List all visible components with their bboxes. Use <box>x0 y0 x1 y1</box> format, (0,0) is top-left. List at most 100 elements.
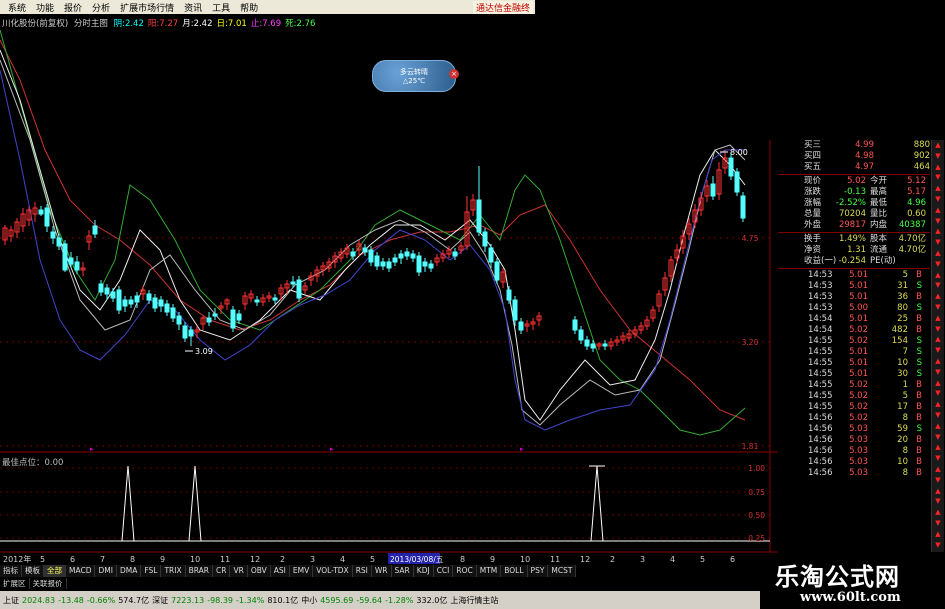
scroll-down-icon[interactable]: ▼ <box>932 172 944 182</box>
scroll-up-icon[interactable]: ▲ <box>932 442 944 452</box>
indicator-tab[interactable]: ROC <box>453 565 477 577</box>
date-month-label: 8 <box>130 555 135 564</box>
scroll-down-icon[interactable]: ▼ <box>932 540 944 550</box>
scroll-down-icon[interactable]: ▼ <box>932 237 944 247</box>
indicator-tab[interactable]: 全部 <box>44 565 66 577</box>
indicator-tab[interactable]: CR <box>213 565 231 577</box>
stat-key: 涨幅 <box>804 198 822 208</box>
indicator-axis-label: 0.50 <box>748 511 765 520</box>
bid-volume: 880 <box>913 140 930 150</box>
status-item: 810.1亿 <box>267 595 299 605</box>
trade-volume: 7 <box>902 347 908 357</box>
indicator-tab[interactable]: KDJ <box>413 565 434 577</box>
scroll-down-icon[interactable]: ▼ <box>932 259 944 269</box>
indicator-axis-label: 0.75 <box>748 488 765 497</box>
bid-row: 买五 4.97 464 <box>778 162 930 173</box>
trade-price: 5.03 <box>849 468 868 478</box>
svg-text:▸: ▸ <box>520 445 524 453</box>
scroll-up-icon[interactable]: ▲ <box>932 529 944 539</box>
scroll-up-icon[interactable]: ▲ <box>932 356 944 366</box>
trade-row: 14:55 5.02 1 B <box>778 380 930 391</box>
trade-row: 14:55 5.01 30 S <box>778 369 930 380</box>
indicator-tab[interactable]: DMA <box>116 565 142 577</box>
scroll-down-icon[interactable]: ▼ <box>932 496 944 506</box>
scroll-down-icon[interactable]: ▼ <box>932 280 944 290</box>
stat-row: 涨跌 -0.13 最高 5.17 <box>778 187 930 198</box>
candle-body <box>236 313 242 321</box>
candle-body <box>362 247 368 253</box>
scroll-up-icon[interactable]: ▲ <box>932 399 944 409</box>
extension-tab[interactable]: 关联报价 <box>30 578 67 589</box>
scroll-down-icon[interactable]: ▼ <box>932 410 944 420</box>
indicator-tab[interactable]: CCI <box>433 565 454 577</box>
indicator-tab[interactable]: DMI <box>95 565 117 577</box>
scroll-up-icon[interactable]: ▲ <box>932 183 944 193</box>
indicator-tab[interactable]: MTM <box>476 565 502 577</box>
candle-body <box>254 299 260 303</box>
indicator-tab[interactable]: TRIX <box>161 565 186 577</box>
scroll-up-icon[interactable]: ▲ <box>932 270 944 280</box>
stat-value: 5.02 <box>847 176 866 186</box>
trade-time: 14:54 <box>808 314 833 324</box>
indicator-tab[interactable]: WR <box>371 565 392 577</box>
indicator-tab[interactable]: BRAR <box>185 565 214 577</box>
scroll-up-icon[interactable]: ▲ <box>932 162 944 172</box>
indicator-tab[interactable]: VOL-TDX <box>313 565 353 577</box>
scroll-down-icon[interactable]: ▼ <box>932 475 944 485</box>
scroll-up-icon[interactable]: ▲ <box>932 464 944 474</box>
extension-tabs: 扩展区 关联报价 <box>0 578 67 589</box>
quote-scrollbar[interactable]: ▲ ▼ ▲ ▼ ▲ ▼ ▲ ▼ ▲ ▼ ▲ ▼ ▲ ▼ ▲ ▼ ▲ ▼ ▲ ▼ ▲ ▼ ▲ ▼ ▲ ▼ ▲ ▼ ▲ ▼ ▲ ▼ ▲ ▼ ▲ ▼ ▲ ▼ <box>931 140 944 552</box>
indicator-tab[interactable]: MCST <box>548 565 577 577</box>
scroll-down-icon[interactable]: ▼ <box>932 345 944 355</box>
indicator-tab[interactable]: 指标 <box>0 565 22 577</box>
indicator-tab[interactable]: PSY <box>527 565 549 577</box>
bid-price: 4.98 <box>855 151 874 161</box>
scroll-down-icon[interactable]: ▼ <box>932 302 944 312</box>
stat2-row: 净资 1.31 流通 4.70亿 <box>778 245 930 256</box>
scroll-up-icon[interactable]: ▲ <box>932 378 944 388</box>
candle-body <box>512 299 518 321</box>
scroll-down-icon[interactable]: ▼ <box>932 388 944 398</box>
candle-body <box>50 231 56 239</box>
indicator-tab[interactable]: MACD <box>66 565 96 577</box>
indicator-tab[interactable]: RSI <box>352 565 372 577</box>
scroll-up-icon[interactable]: ▲ <box>932 205 944 215</box>
trade-volume: 8 <box>902 413 908 423</box>
scroll-up-icon[interactable]: ▲ <box>932 486 944 496</box>
indicator-tab[interactable]: EMV <box>289 565 314 577</box>
date-month-label: 5 <box>40 555 45 564</box>
extension-tab[interactable]: 扩展区 <box>0 578 30 589</box>
scroll-up-icon[interactable]: ▲ <box>932 421 944 431</box>
scroll-up-icon[interactable]: ▲ <box>932 291 944 301</box>
scroll-down-icon[interactable]: ▼ <box>932 216 944 226</box>
scroll-down-icon[interactable]: ▼ <box>932 324 944 334</box>
scroll-down-icon[interactable]: ▼ <box>932 432 944 442</box>
scroll-down-icon[interactable]: ▼ <box>932 194 944 204</box>
trade-time: 14:56 <box>808 413 833 423</box>
candle-body <box>146 293 152 301</box>
stat2-key: 流通 <box>870 245 888 255</box>
scroll-up-icon[interactable]: ▲ <box>932 507 944 517</box>
stat-key: 内盘 <box>870 220 888 230</box>
indicator-tab[interactable]: ASI <box>270 565 290 577</box>
scroll-down-icon[interactable]: ▼ <box>932 453 944 463</box>
scroll-up-icon[interactable]: ▲ <box>932 226 944 236</box>
scroll-up-icon[interactable]: ▲ <box>932 140 944 150</box>
indicator-tab[interactable]: SAR <box>391 565 414 577</box>
scroll-down-icon[interactable]: ▼ <box>932 367 944 377</box>
indicator-tab[interactable]: BOLL <box>501 565 528 577</box>
scroll-down-icon[interactable]: ▼ <box>932 151 944 161</box>
indicator-tab[interactable]: 模板 <box>22 565 44 577</box>
indicator-tab[interactable]: FSL <box>141 565 162 577</box>
date-month-label: 12 <box>580 555 590 564</box>
indicator-tab[interactable]: VR <box>230 565 248 577</box>
bid-label: 买四 <box>804 151 822 161</box>
scroll-up-icon[interactable]: ▲ <box>932 313 944 323</box>
indicator-tab[interactable]: OBV <box>247 565 271 577</box>
date-month-label: 4 <box>670 555 675 564</box>
scroll-down-icon[interactable]: ▼ <box>932 518 944 528</box>
trade-price: 5.01 <box>849 292 868 302</box>
status-item: 574.7亿 <box>118 595 150 605</box>
scroll-up-icon[interactable]: ▲ <box>932 334 944 344</box>
scroll-up-icon[interactable]: ▲ <box>932 248 944 258</box>
